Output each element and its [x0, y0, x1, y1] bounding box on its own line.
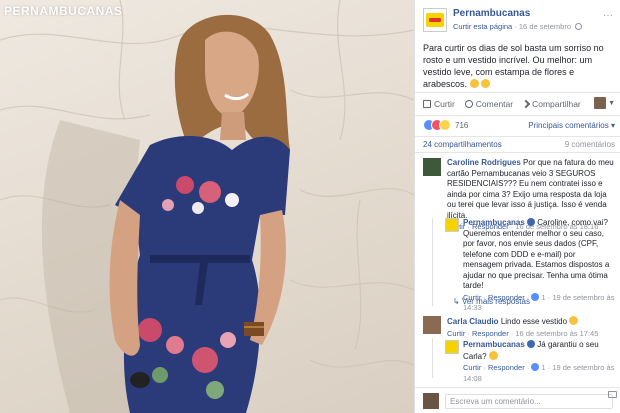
verified-badge-icon [527, 218, 536, 226]
reply-item: Pernambucanas Já garantiu o seu Carla? C… [445, 340, 615, 384]
comment-author[interactable]: Caroline Rodrigues [447, 158, 521, 167]
post-panel: Pernambucanas Curtir esta página · 16 de… [414, 0, 620, 413]
user-avatar [594, 97, 607, 109]
avatar[interactable] [445, 218, 459, 232]
like-count-icon [531, 292, 540, 301]
page-name-link[interactable]: Pernambucanas [453, 8, 530, 19]
post-actions: Curtir Comentar Compartilhar ▼ [423, 96, 615, 112]
comment-composer: Escreva um comentário... [415, 387, 620, 413]
post-meta: Curtir esta página · 16 de setembro [453, 22, 583, 31]
like-label: Curtir [434, 99, 455, 109]
like-count-icon [531, 363, 540, 371]
like-button[interactable]: Curtir [423, 99, 455, 109]
reply-author[interactable]: Pernambucanas [463, 218, 525, 227]
comment-time[interactable]: 16 de setembro às 17:45 [515, 329, 598, 338]
reply-like-count[interactable]: 1 [541, 363, 545, 372]
post-date[interactable]: 16 de setembro [519, 22, 571, 31]
post-text: Para curtir os dias de sol basta um sorr… [423, 42, 613, 90]
reply-time[interactable]: 19 de setembro [552, 363, 604, 372]
comment-input[interactable]: Escreva um comentário... [445, 394, 613, 409]
reply-thread-line [432, 218, 433, 306]
reply-reply-link[interactable]: Responder [488, 363, 525, 372]
reply-like-link[interactable]: Curtir [463, 363, 481, 372]
reply-like-count[interactable]: 1 [541, 293, 545, 302]
comment-text: Por que na fatura do meu cartão Pernambu… [447, 158, 614, 220]
reply-text: Caroline, como vai? Queremos entender me… [463, 218, 610, 290]
shares-link[interactable]: 24 compartilhamentos [423, 140, 502, 149]
share-icon [521, 99, 531, 109]
camera-icon[interactable] [608, 391, 617, 398]
chevron-down-icon: ▾ [610, 121, 615, 130]
comment-item: Caroline Rodrigues Por que na fatura do … [423, 158, 615, 231]
page-avatar[interactable] [423, 8, 447, 32]
divider [415, 92, 620, 93]
divider [415, 115, 620, 116]
reactions-bar: 716 Principais comentários ▾ [423, 119, 615, 133]
wow-reaction-icon[interactable] [439, 119, 451, 131]
post-options-icon[interactable]: ··· [603, 10, 613, 21]
view-more-replies-link[interactable]: ↳ Ver mais respostas [453, 297, 530, 306]
like-page-link[interactable]: Curtir esta página [453, 22, 512, 31]
brand-watermark: PERNAMBUCANAS [4, 4, 123, 18]
divider [415, 136, 620, 137]
comment-reply-link[interactable]: Responder [472, 329, 509, 338]
post-photo[interactable]: PERNAMBUCANAS [0, 0, 414, 413]
reply-item: Pernambucanas Caroline, como vai? Querem… [445, 218, 615, 312]
blush-emoji-icon [481, 79, 491, 88]
post-counts: 24 compartilhamentos 9 comentários [423, 140, 615, 149]
reply-time[interactable]: 19 de setembro [552, 293, 604, 302]
globe-icon [575, 23, 583, 30]
comment-label: Comentar [475, 99, 514, 109]
comment-sort-dropdown[interactable]: Principais comentários ▾ [528, 121, 615, 130]
comment-body: Carla Claudio Lindo esse vestido Curtir … [447, 316, 615, 339]
comment-text: Lindo esse vestido [500, 317, 568, 326]
sort-label: Principais comentários [528, 121, 609, 130]
actor-selector[interactable]: ▼ [594, 97, 615, 109]
comments-count[interactable]: 9 comentários [565, 140, 615, 149]
reply-author[interactable]: Pernambucanas [463, 340, 525, 349]
share-button[interactable]: Compartilhar [521, 99, 581, 109]
reaction-count[interactable]: 716 [455, 121, 468, 130]
share-label: Compartilhar [532, 99, 581, 109]
comment-meta: Curtir · Responder · 16 de setembro às 1… [447, 328, 599, 338]
reply-thread-line [432, 338, 433, 378]
photo-illustration [0, 0, 414, 413]
smile-emoji-icon [488, 350, 498, 360]
avatar[interactable] [423, 316, 441, 334]
smile-emoji-icon [469, 79, 479, 88]
comment-icon [464, 100, 473, 108]
reply-meta: Curtir · Responder · 1 · 19 de setembro … [463, 363, 615, 383]
comment-author[interactable]: Carla Claudio [447, 317, 499, 326]
comment-like-link[interactable]: Curtir [447, 329, 465, 338]
user-avatar [423, 393, 439, 409]
divider [415, 152, 620, 153]
comment-button[interactable]: Comentar [464, 99, 514, 109]
reply-body: Pernambucanas Já garantiu o seu Carla? C… [463, 340, 615, 384]
reply-arrow-icon: ↳ [453, 297, 462, 306]
chevron-down-icon: ▼ [608, 99, 615, 107]
post-text-body: Para curtir os dias de sol basta um sorr… [423, 43, 604, 89]
avatar[interactable] [445, 340, 459, 354]
comment-item: Carla Claudio Lindo esse vestido Curtir … [423, 316, 615, 338]
post-header: Pernambucanas Curtir esta página · 16 de… [423, 8, 613, 34]
verified-badge-icon [527, 340, 536, 348]
thumbs-up-icon [423, 100, 431, 108]
view-more-label: Ver mais respostas [461, 297, 530, 306]
avatar[interactable] [423, 158, 441, 176]
smile-emoji-icon [569, 316, 579, 325]
